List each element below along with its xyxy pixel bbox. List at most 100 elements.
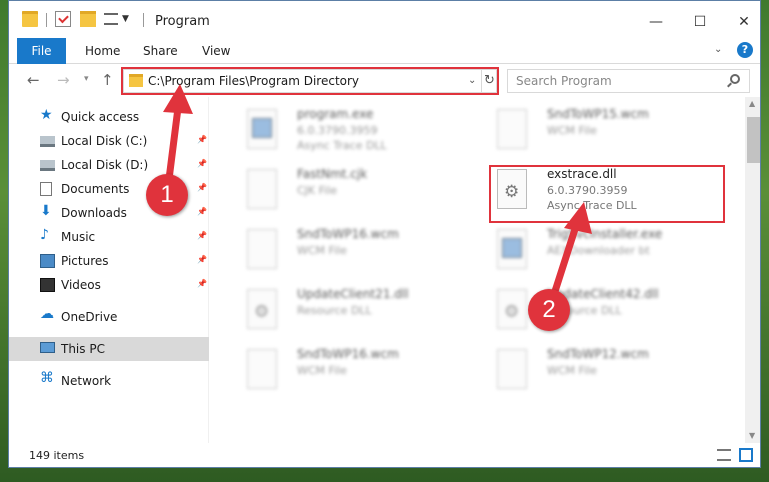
- file-name: SndToWP16.wcm: [297, 227, 399, 241]
- file-detail: CJK File: [297, 184, 338, 197]
- chevron-down-icon[interactable]: ⌄: [714, 44, 722, 55]
- pin-icon[interactable]: 📌: [197, 135, 207, 144]
- file-list: program.exe 6.0.3790.3959 Async Trace DLL S…: [213, 97, 745, 443]
- navigation-bar: ← → ▾ ↑ C:\Program Files\Program Directo…: [9, 65, 760, 97]
- sidebar-item-quick-access[interactable]: ★ Quick access: [9, 105, 209, 129]
- properties-icon[interactable]: [55, 11, 71, 27]
- pin-icon[interactable]: 📌: [197, 279, 207, 288]
- disk-icon: [40, 160, 55, 171]
- sidebar-item-network[interactable]: ⌘ Network: [9, 369, 209, 393]
- pin-icon[interactable]: 📌: [197, 255, 207, 264]
- sidebar-item-label: Music: [61, 230, 96, 244]
- scroll-thumb[interactable]: [747, 117, 760, 163]
- forward-arrow-icon[interactable]: →: [57, 71, 70, 89]
- scroll-down-icon[interactable]: ▼: [749, 431, 755, 440]
- sidebar-item-label: Network: [61, 374, 112, 388]
- file-icon: [247, 229, 277, 269]
- dll-icon: ⚙: [497, 289, 527, 329]
- status-bar: 149 items: [9, 443, 760, 467]
- sidebar-item-music[interactable]: ♪ Music 📌: [9, 225, 209, 249]
- ribbon-tabs: File Home Share View ⌄ ?: [9, 38, 760, 64]
- file-detail: AEXDownloader bt: [547, 244, 650, 257]
- quick-access-dropdown-icon[interactable]: ▼: [122, 14, 129, 24]
- file-description: Async Trace DLL: [297, 139, 387, 152]
- file-detail: Resource DLL: [297, 304, 372, 317]
- file-name: SndToWP16.wcm: [297, 347, 399, 361]
- pin-icon[interactable]: 📌: [197, 207, 207, 216]
- document-icon: [40, 182, 52, 196]
- sidebar-item-this-pc[interactable]: This PC: [9, 337, 209, 361]
- sidebar-item-label: OneDrive: [61, 310, 118, 324]
- customize-view-icon[interactable]: [104, 13, 118, 25]
- help-icon[interactable]: ?: [737, 42, 753, 58]
- pin-icon[interactable]: 📌: [197, 231, 207, 240]
- file-name: SndToWP15.wcm: [547, 107, 649, 121]
- toolbar-divider: [46, 13, 47, 27]
- large-icons-view-icon[interactable]: [739, 448, 753, 462]
- recent-locations-dropdown-icon[interactable]: ▾: [84, 74, 89, 84]
- sidebar-item-label: Documents: [61, 182, 130, 196]
- sidebar-item-label: Local Disk (D:): [61, 158, 149, 172]
- file-item[interactable]: SndToWP16.wcm WCM File: [225, 223, 465, 279]
- file-item[interactable]: ⚙ UpdateClient21.dll Resource DLL: [225, 283, 465, 339]
- network-icon: ⌘: [40, 370, 54, 386]
- file-icon: [497, 109, 527, 149]
- file-detail: WCM File: [547, 124, 597, 137]
- tab-file[interactable]: File: [17, 38, 66, 64]
- minimize-button[interactable]: —: [634, 9, 678, 35]
- file-item[interactable]: FastNmt.cjk CJK File: [225, 163, 465, 219]
- tab-home[interactable]: Home: [85, 38, 120, 64]
- tab-share[interactable]: Share: [143, 38, 178, 64]
- star-icon: ★: [40, 107, 53, 123]
- search-placeholder: Search Program: [516, 74, 612, 88]
- folder-icon: [22, 11, 38, 27]
- videos-icon: [40, 278, 55, 292]
- sidebar-item-onedrive[interactable]: ☁ OneDrive: [9, 305, 209, 329]
- pin-icon[interactable]: 📌: [197, 183, 207, 192]
- file-icon: [247, 349, 277, 389]
- disk-icon: [40, 136, 55, 147]
- address-highlight-box: [121, 67, 499, 95]
- file-icon: [247, 169, 277, 209]
- step-2-badge: 2: [528, 289, 570, 331]
- file-name: program.exe: [297, 107, 374, 121]
- dll-icon: ⚙: [247, 289, 277, 329]
- sidebar-item-videos[interactable]: Videos 📌: [9, 273, 209, 297]
- download-icon: ⬇: [40, 203, 52, 219]
- gear-icon: ⚙: [504, 302, 520, 322]
- tab-view[interactable]: View: [202, 38, 230, 64]
- file-detail: WCM File: [297, 364, 347, 377]
- new-folder-icon[interactable]: [80, 11, 96, 27]
- file-item[interactable]: SndToWP15.wcm WCM File: [475, 103, 715, 159]
- file-explorer-window: ▼ Program — ☐ ✕ File Home Share View ⌄ ?…: [8, 0, 761, 468]
- scrollbar[interactable]: ▲ ▼: [745, 97, 760, 443]
- exe-icon: [247, 109, 277, 149]
- up-arrow-icon[interactable]: ↑: [101, 71, 114, 89]
- file-item[interactable]: program.exe 6.0.3790.3959 Async Trace DLL: [225, 103, 465, 159]
- maximize-button[interactable]: ☐: [678, 9, 722, 35]
- file-name: UpdateClient21.dll: [297, 287, 409, 301]
- file-item[interactable]: TrigSvcInstaller.exe AEXDownloader bt: [475, 223, 715, 279]
- sidebar-item-local-disk-d[interactable]: Local Disk (D:) 📌: [9, 153, 209, 177]
- sidebar-item-label: This PC: [61, 342, 105, 356]
- file-item[interactable]: SndToWP12.wcm WCM File: [475, 343, 715, 399]
- file-icon: [497, 349, 527, 389]
- cloud-icon: ☁: [40, 306, 54, 322]
- file-name: TrigSvcInstaller.exe: [547, 227, 663, 241]
- file-detail: WCM File: [297, 244, 347, 257]
- close-button[interactable]: ✕: [722, 9, 760, 35]
- file-item[interactable]: SndToWP16.wcm WCM File: [225, 343, 465, 399]
- scroll-up-icon[interactable]: ▲: [749, 99, 755, 108]
- details-view-icon[interactable]: [717, 449, 731, 461]
- title-bar: ▼ Program — ☐ ✕: [9, 1, 760, 43]
- sidebar-item-local-disk-c[interactable]: Local Disk (C:) 📌: [9, 129, 209, 153]
- sidebar-item-pictures[interactable]: Pictures 📌: [9, 249, 209, 273]
- file-item[interactable]: ⚙ UpdateClient42.dll Resource DLL: [475, 283, 715, 339]
- pin-icon[interactable]: 📌: [197, 159, 207, 168]
- navigation-pane: ★ Quick access Local Disk (C:) 📌 Local Disk …: [9, 97, 209, 443]
- item-count: 149 items: [29, 449, 85, 462]
- back-arrow-icon[interactable]: ←: [27, 71, 40, 89]
- search-input[interactable]: Search Program: [507, 69, 750, 93]
- search-icon[interactable]: [730, 74, 740, 84]
- step-1-badge: 1: [146, 174, 188, 216]
